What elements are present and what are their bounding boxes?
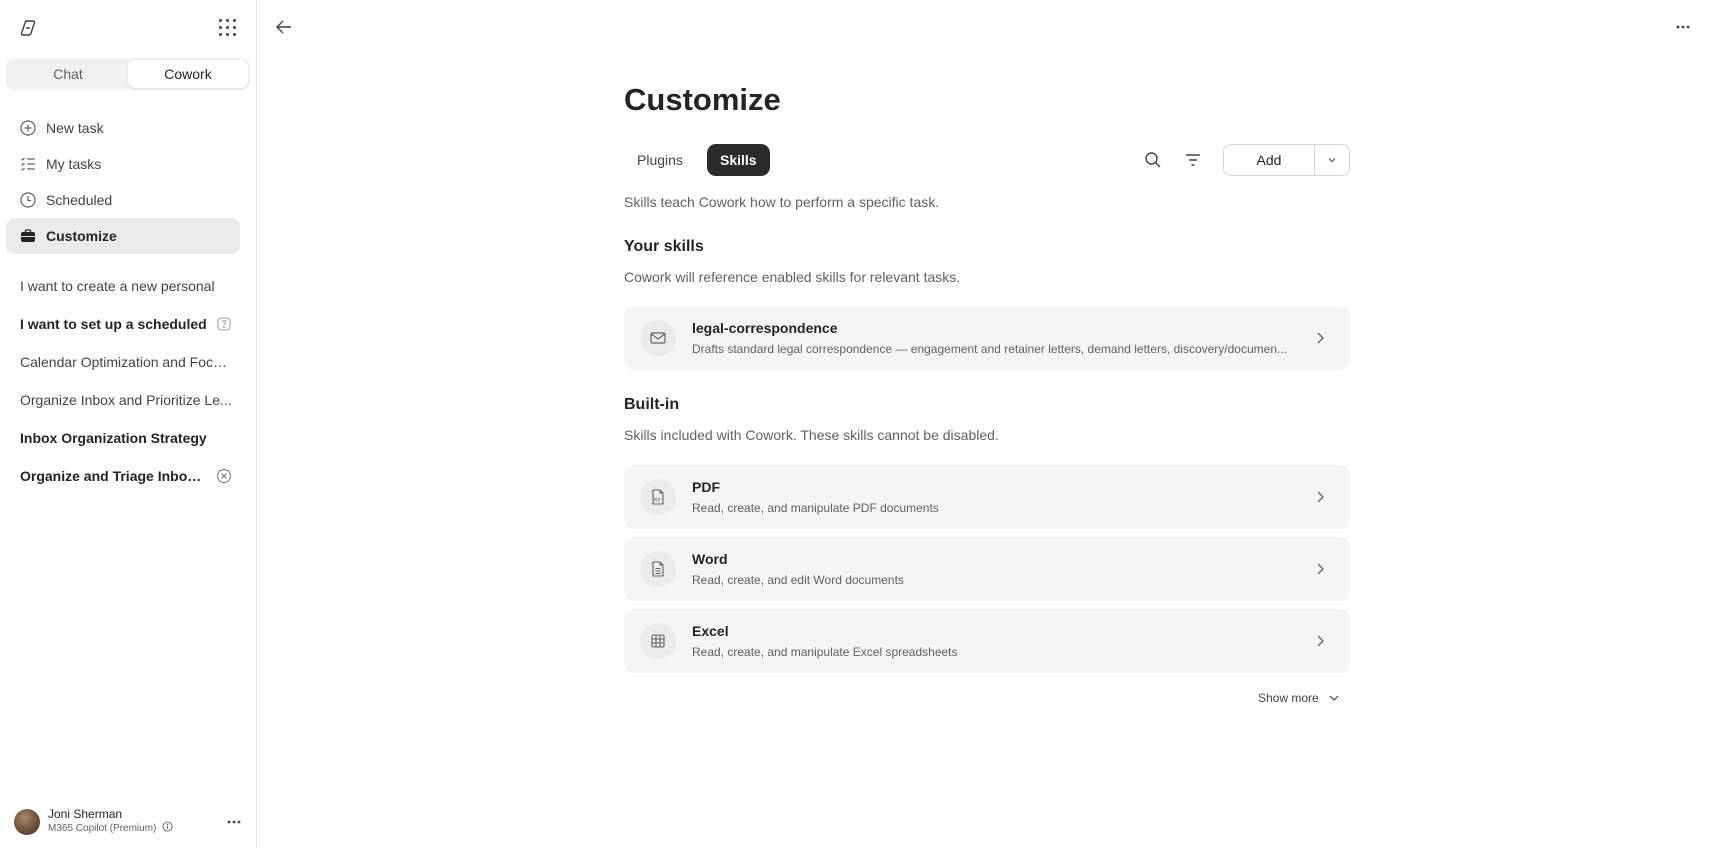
your-skills-subtitle: Cowork will reference enabled skills for… bbox=[624, 269, 961, 285]
tab-skills[interactable]: Skills bbox=[707, 144, 770, 176]
skill-card-text: Word Read, create, and edit Word documen… bbox=[692, 550, 1296, 589]
recent-task-item[interactable]: Organize Inbox and Prioritize Le... bbox=[6, 381, 240, 419]
document-icon bbox=[640, 551, 676, 587]
show-more-button[interactable]: Show more bbox=[1258, 691, 1341, 705]
svg-text:PDF: PDF bbox=[654, 498, 662, 503]
app-window: Chat Cowork New task My tasks Scheduled … bbox=[0, 0, 1709, 848]
sidebar-item-label: My tasks bbox=[46, 156, 102, 172]
recent-task-label: Organize and Triage Inbox ... bbox=[20, 468, 208, 484]
skill-title: Word bbox=[692, 550, 728, 567]
chevron-down-icon[interactable] bbox=[1315, 145, 1349, 175]
skill-card-pdf[interactable]: PDF PDF Read, create, and manipulate PDF… bbox=[624, 465, 1350, 529]
intro-text: Skills teach Cowork how to perform a spe… bbox=[624, 194, 940, 210]
user-plan-label: M365 Copilot (Premium) bbox=[48, 823, 157, 834]
chevron-right-icon bbox=[1312, 330, 1328, 346]
recent-task-item[interactable]: I want to create a new personal bbox=[6, 267, 240, 305]
sidebar-item-my-tasks[interactable]: My tasks bbox=[6, 146, 240, 182]
pdf-icon: PDF bbox=[640, 479, 676, 515]
user-name: Joni Sherman bbox=[48, 807, 123, 821]
mail-icon bbox=[640, 320, 676, 356]
tab-plugins[interactable]: Plugins bbox=[624, 144, 696, 176]
your-skills-heading: Your skills bbox=[624, 238, 704, 255]
skill-title: PDF bbox=[692, 478, 720, 495]
chevron-right-icon bbox=[1312, 633, 1328, 649]
recent-task-label: Organize Inbox and Prioritize Le... bbox=[20, 392, 232, 408]
sidebar-item-customize[interactable]: Customize bbox=[6, 218, 240, 254]
app-launcher-icon[interactable] bbox=[219, 19, 237, 37]
avatar bbox=[14, 809, 40, 835]
recent-task-item[interactable]: Calendar Optimization and Focu... bbox=[6, 343, 240, 381]
recent-task-item[interactable]: I want to set up a scheduled bbox=[6, 305, 240, 343]
skill-card-text: PDF Read, create, and manipulate PDF doc… bbox=[692, 478, 1296, 517]
chevron-down-icon bbox=[1329, 695, 1339, 701]
skill-description: Read, create, and manipulate Excel sprea… bbox=[692, 644, 958, 659]
sidebar: Chat Cowork New task My tasks Scheduled … bbox=[0, 0, 257, 848]
mode-toggle: Chat Cowork bbox=[6, 58, 250, 90]
sidebar-item-label: New task bbox=[46, 120, 104, 136]
task-list-icon bbox=[19, 155, 37, 173]
recent-task-label: I want to set up a scheduled bbox=[20, 316, 207, 332]
plus-circle-icon bbox=[19, 119, 37, 137]
filter-icon[interactable] bbox=[1183, 150, 1203, 170]
recent-task-item[interactable]: Organize and Triage Inbox ... bbox=[6, 457, 240, 495]
skill-description: Drafts standard legal correspondence — e… bbox=[692, 341, 1287, 356]
chevron-right-icon bbox=[1312, 489, 1328, 505]
skill-card-text: legal-correspondence Drafts standard leg… bbox=[692, 319, 1296, 358]
skill-card-text: Excel Read, create, and manipulate Excel… bbox=[692, 622, 1296, 661]
sidebar-item-label: Scheduled bbox=[46, 192, 113, 208]
dismiss-circle-icon[interactable] bbox=[216, 468, 232, 484]
table-icon bbox=[640, 623, 676, 659]
mode-cowork-button[interactable]: Cowork bbox=[128, 60, 248, 88]
clock-icon bbox=[19, 191, 37, 209]
skill-description: Read, create, and manipulate PDF documen… bbox=[692, 500, 939, 515]
mode-chat-button[interactable]: Chat bbox=[8, 60, 128, 88]
recent-task-label: Inbox Organization Strategy bbox=[20, 430, 207, 446]
more-options-icon[interactable] bbox=[1672, 17, 1694, 37]
sidebar-item-scheduled[interactable]: Scheduled bbox=[6, 182, 240, 218]
info-icon[interactable] bbox=[162, 821, 173, 837]
user-profile[interactable]: Joni Sherman M365 Copilot (Premium) bbox=[14, 806, 244, 838]
skill-title: legal-correspondence bbox=[692, 319, 838, 336]
show-more-label: Show more bbox=[1258, 691, 1319, 705]
recent-task-label: I want to create a new personal bbox=[20, 278, 215, 294]
sidebar-item-label: Customize bbox=[46, 228, 117, 244]
recent-task-item[interactable]: Inbox Organization Strategy bbox=[6, 419, 240, 457]
back-arrow-icon[interactable] bbox=[273, 16, 295, 38]
skill-description: Read, create, and edit Word documents bbox=[692, 572, 904, 587]
more-options-icon[interactable] bbox=[224, 812, 244, 832]
question-icon bbox=[216, 316, 232, 332]
user-info: Joni Sherman M365 Copilot (Premium) bbox=[48, 807, 224, 837]
briefcase-icon bbox=[19, 227, 37, 245]
recent-tasks-list: I want to create a new personal I want t… bbox=[6, 267, 240, 495]
built-in-heading: Built-in bbox=[624, 396, 680, 413]
skill-card-excel[interactable]: Excel Read, create, and manipulate Excel… bbox=[624, 609, 1350, 673]
search-icon[interactable] bbox=[1143, 150, 1163, 170]
skill-card-legal-correspondence[interactable]: legal-correspondence Drafts standard leg… bbox=[624, 306, 1350, 370]
built-in-subtitle: Skills included with Cowork. These skill… bbox=[624, 427, 999, 443]
main-content: Customize Plugins Skills Add Skills teac… bbox=[624, 80, 1350, 705]
add-button[interactable]: Add bbox=[1224, 145, 1315, 175]
skill-card-word[interactable]: Word Read, create, and edit Word documen… bbox=[624, 537, 1350, 601]
copilot-logo-icon[interactable] bbox=[18, 18, 38, 38]
page-title: Customize bbox=[624, 82, 781, 117]
sidebar-nav: New task My tasks Scheduled Customize bbox=[6, 110, 240, 254]
chevron-right-icon bbox=[1312, 561, 1328, 577]
toolbar: Plugins Skills Add bbox=[624, 144, 1350, 176]
add-split-button: Add bbox=[1223, 144, 1350, 176]
recent-task-label: Calendar Optimization and Focu... bbox=[20, 354, 232, 370]
skill-title: Excel bbox=[692, 622, 729, 639]
user-plan: M365 Copilot (Premium) bbox=[48, 821, 224, 837]
sidebar-item-new-task[interactable]: New task bbox=[6, 110, 240, 146]
